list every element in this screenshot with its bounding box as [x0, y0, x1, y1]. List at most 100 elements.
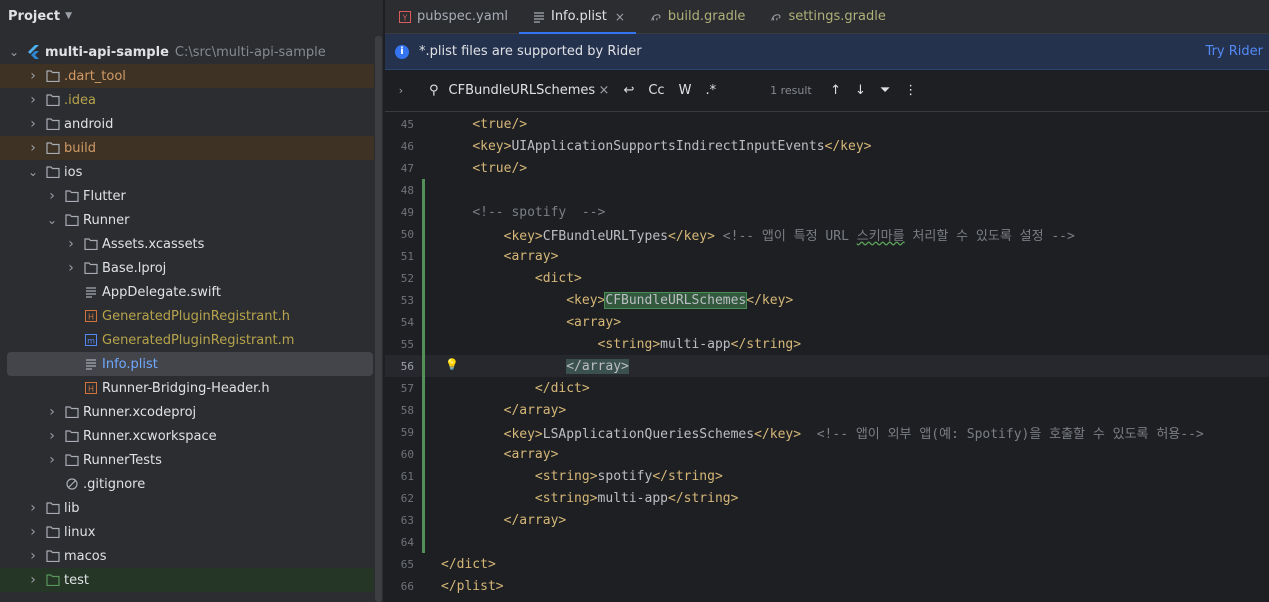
- clear-search-icon[interactable]: ×: [599, 83, 610, 98]
- line-number[interactable]: 45: [385, 118, 417, 131]
- change-marker[interactable]: [422, 355, 425, 377]
- search-input[interactable]: CFBundleURLSchemes: [449, 83, 599, 98]
- change-marker[interactable]: [422, 531, 425, 553]
- change-marker[interactable]: [422, 311, 425, 333]
- code-line[interactable]: 45 <true/>: [385, 113, 1269, 135]
- chevron-right-icon[interactable]: ›: [27, 572, 39, 588]
- editor-tab[interactable]: Ypubspec.yaml: [385, 0, 519, 33]
- tree-node[interactable]: › Flutter: [0, 184, 374, 208]
- tree-node[interactable]: › Assets.xcassets: [0, 232, 374, 256]
- code-line[interactable]: 58 </array>: [385, 399, 1269, 421]
- chevron-right-icon[interactable]: ›: [65, 260, 77, 276]
- code-line[interactable]: 53 <key>CFBundleURLSchemes</key>: [385, 289, 1269, 311]
- line-number[interactable]: 49: [385, 206, 417, 219]
- chevron-right-icon[interactable]: ›: [46, 428, 58, 444]
- change-marker[interactable]: [422, 399, 425, 421]
- line-number[interactable]: 47: [385, 162, 417, 175]
- code-line[interactable]: 52 <dict>: [385, 267, 1269, 289]
- code-line[interactable]: 65 </dict>: [385, 553, 1269, 575]
- try-rider-link[interactable]: Try Rider: [1206, 44, 1263, 59]
- line-number[interactable]: 48: [385, 184, 417, 197]
- change-marker[interactable]: [422, 179, 425, 201]
- code-line[interactable]: 63 </array>: [385, 509, 1269, 531]
- chevron-right-icon[interactable]: ›: [46, 404, 58, 420]
- line-number[interactable]: 64: [385, 536, 417, 549]
- tree-node[interactable]: m GeneratedPluginRegistrant.m: [0, 328, 374, 352]
- code-line[interactable]: 49 <!-- spotify -->: [385, 201, 1269, 223]
- previous-occurrence-icon[interactable]: ↑: [830, 83, 841, 98]
- change-marker[interactable]: [422, 333, 425, 355]
- regex-toggle[interactable]: .*: [705, 83, 716, 98]
- line-number[interactable]: 55: [385, 338, 417, 351]
- code-line[interactable]: 59 <key>LSApplicationQueriesSchemes</key…: [385, 421, 1269, 443]
- change-marker[interactable]: [422, 289, 425, 311]
- tree-node[interactable]: ⌄ ios: [0, 160, 374, 184]
- code-line[interactable]: 51 <array>: [385, 245, 1269, 267]
- tree-node[interactable]: › Runner.xcworkspace: [0, 424, 374, 448]
- tree-node[interactable]: H Runner-Bridging-Header.h: [0, 376, 374, 400]
- tree-node[interactable]: › lib: [0, 496, 374, 520]
- code-editor[interactable]: 45 <true/> 46 <key>UIApplicationSupportsI…: [385, 113, 1269, 602]
- match-case-toggle[interactable]: Cc: [648, 83, 664, 98]
- line-number[interactable]: 63: [385, 514, 417, 527]
- project-scrollbar[interactable]: [375, 36, 382, 602]
- new-line-icon[interactable]: ↩: [623, 83, 634, 98]
- chevron-right-icon[interactable]: ›: [65, 236, 77, 252]
- code-line[interactable]: 61 <string>spotify</string>: [385, 465, 1269, 487]
- code-line[interactable]: 48: [385, 179, 1269, 201]
- code-line[interactable]: 46 <key>UIApplicationSupportsIndirectInp…: [385, 135, 1269, 157]
- change-marker[interactable]: [422, 201, 425, 223]
- change-marker[interactable]: [422, 223, 425, 245]
- line-number[interactable]: 66: [385, 580, 417, 593]
- change-marker[interactable]: [422, 421, 425, 443]
- tree-node[interactable]: › linux: [0, 520, 374, 544]
- tree-node[interactable]: › macos: [0, 544, 374, 568]
- chevron-right-icon[interactable]: ›: [27, 500, 39, 516]
- line-number[interactable]: 59: [385, 426, 417, 439]
- chevron-right-icon[interactable]: ›: [27, 92, 39, 108]
- editor-tab[interactable]: build.gradle: [636, 0, 757, 33]
- more-options-icon[interactable]: ⋮: [904, 83, 917, 98]
- filter-icon[interactable]: ⏷: [880, 83, 890, 98]
- chevron-right-icon[interactable]: ›: [27, 68, 39, 84]
- line-number[interactable]: 46: [385, 140, 417, 153]
- tree-node[interactable]: › build: [0, 136, 374, 160]
- change-marker[interactable]: [422, 465, 425, 487]
- editor-tab[interactable]: settings.gradle: [756, 0, 896, 33]
- line-number[interactable]: 61: [385, 470, 417, 483]
- search-history-icon[interactable]: ⚲: [429, 83, 439, 98]
- change-marker[interactable]: [422, 509, 425, 531]
- code-line[interactable]: 60 <array>: [385, 443, 1269, 465]
- words-toggle[interactable]: W: [679, 83, 692, 98]
- chevron-down-icon[interactable]: ⌄: [27, 165, 39, 179]
- tree-node[interactable]: › RunnerTests: [0, 448, 374, 472]
- change-marker[interactable]: [422, 377, 425, 399]
- line-number[interactable]: 51: [385, 250, 417, 263]
- line-number[interactable]: 58: [385, 404, 417, 417]
- tree-node[interactable]: › Runner.xcodeproj: [0, 400, 374, 424]
- project-panel-header[interactable]: Project ▼: [0, 0, 383, 32]
- lightbulb-icon[interactable]: 💡: [445, 358, 459, 371]
- change-marker[interactable]: [422, 487, 425, 509]
- editor-tab[interactable]: Info.plist ×: [518, 0, 636, 34]
- tree-node[interactable]: Info.plist: [7, 352, 373, 376]
- chevron-right-icon[interactable]: ›: [27, 140, 39, 156]
- code-line[interactable]: 55 <string>multi-app</string>: [385, 333, 1269, 355]
- tree-node[interactable]: .gitignore: [0, 472, 374, 496]
- tree-node[interactable]: › Base.lproj: [0, 256, 374, 280]
- code-line[interactable]: 57 </dict>: [385, 377, 1269, 399]
- tree-node[interactable]: › test: [0, 568, 374, 592]
- line-number[interactable]: 60: [385, 448, 417, 461]
- tree-node[interactable]: ⌄ multi-api-sample C:\src\multi-api-sample: [0, 40, 374, 64]
- line-number[interactable]: 52: [385, 272, 417, 285]
- line-number[interactable]: 50: [385, 228, 417, 241]
- line-number[interactable]: 62: [385, 492, 417, 505]
- code-line[interactable]: 62 <string>multi-app</string>: [385, 487, 1269, 509]
- tree-node[interactable]: › android: [0, 112, 374, 136]
- line-number[interactable]: 57: [385, 382, 417, 395]
- line-number[interactable]: 56: [385, 360, 417, 373]
- close-icon[interactable]: ×: [615, 10, 625, 24]
- change-marker[interactable]: [422, 267, 425, 289]
- chevron-right-icon[interactable]: ›: [27, 548, 39, 564]
- change-marker[interactable]: [422, 245, 425, 267]
